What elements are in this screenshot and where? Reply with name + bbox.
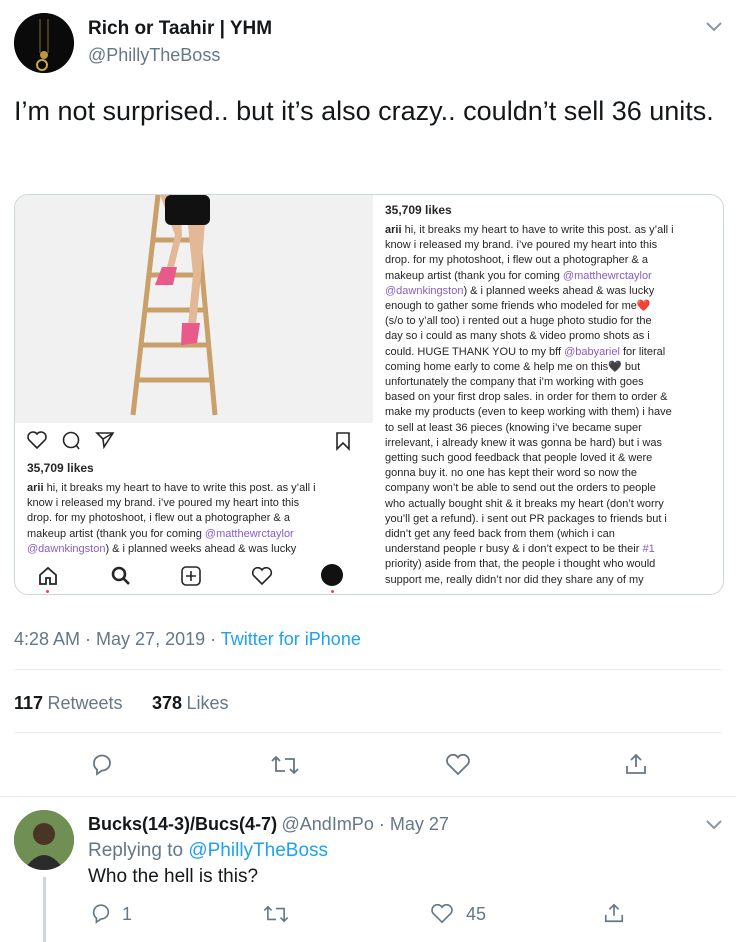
caption-line: makeup artist (thank you for coming @mat…	[27, 527, 294, 540]
caption-line: know i released my brand. i’ve poured my…	[27, 497, 300, 510]
caption-line: understand people r busy & i don’t expec…	[385, 543, 655, 556]
heart-icon[interactable]	[27, 431, 47, 454]
replying-to-handle[interactable]: @PhillyTheBoss	[188, 840, 328, 861]
retweet-icon[interactable]	[271, 755, 299, 780]
search-icon[interactable]	[111, 566, 131, 591]
caption-line: drop. for my photoshoot, i flew out a ph…	[385, 254, 648, 267]
caption-line: day so i could as many shots & video pro…	[385, 330, 650, 343]
caption-right: arii hi, it breaks my heart to have to w…	[385, 223, 719, 591]
new-post-icon[interactable]	[181, 566, 201, 591]
caption-line: didn’t get any feed back from them (whic…	[385, 528, 615, 541]
caption-line: @dawnkingston) & i planned weeks ahead &…	[385, 284, 655, 297]
caption-line: unfortunately the company that i’m worki…	[385, 376, 644, 389]
ig-bottom-nav	[15, 560, 373, 594]
caption-line: who actually bought shit & it breaks my …	[385, 497, 664, 510]
photo	[15, 195, 373, 423]
share-icon[interactable]	[624, 752, 648, 781]
share-icon[interactable]	[603, 902, 625, 929]
caption-line: company won’t be able to send out the or…	[385, 482, 656, 495]
caption-mention[interactable]: @matthewrctaylor	[205, 528, 294, 540]
divider	[14, 669, 722, 670]
caption-line: getting such good feedback that people l…	[385, 452, 653, 465]
caption-line: enough to gather some friends who modele…	[385, 300, 651, 313]
thread-line	[43, 877, 46, 942]
tweet-timestamp[interactable]: 4:28 AM · May 27, 2019 · Twitter for iPh…	[14, 629, 361, 650]
tweet-text: I’m not surprised.. but it’s also crazy.…	[14, 96, 714, 126]
caption-line: (s/o to y’all too) i rented out a huge p…	[385, 315, 652, 328]
bookmark-icon[interactable]	[335, 431, 351, 456]
like-icon[interactable]	[430, 903, 454, 929]
reply-header: Bucks(14-3)/Bucs(4-7) @AndImPo · May 27	[88, 814, 449, 835]
caption-line: coming home early to come & help me on t…	[385, 360, 641, 373]
reply-handle-date[interactable]: @AndImPo · May 27	[282, 814, 449, 834]
caption-line: drop. for my photoshoot, i flew out a ph…	[27, 512, 290, 525]
author-handle[interactable]: @PhillyTheBoss	[88, 45, 220, 66]
caption-left: arii hi, it breaks my heart to have to w…	[27, 481, 367, 557]
caption-line: makeup artist (thank you for coming @mat…	[385, 269, 652, 282]
reply-text: Who the hell is this?	[88, 866, 259, 887]
likes-count-right: 35,709 likes	[385, 203, 452, 217]
embedded-image[interactable]: 35,709 likes arii hi, it breaks my heart…	[14, 194, 724, 595]
profile-avatar-icon[interactable]	[321, 564, 343, 586]
like-icon[interactable]	[445, 753, 471, 781]
chevron-down-icon[interactable]	[705, 818, 723, 836]
caption-mention[interactable]: #1	[642, 543, 654, 555]
caption-line: know i released my brand. i’ve poured my…	[385, 239, 658, 252]
retweets-stat[interactable]: 117 Retweets	[14, 693, 123, 714]
tweet-source[interactable]: Twitter for iPhone	[221, 629, 361, 649]
notification-dot	[46, 590, 49, 593]
caption-line: could. HUGE THANK YOU to my bff @babyari…	[385, 345, 666, 358]
caption-line: arii hi, it breaks my heart to have to w…	[27, 482, 316, 494]
reply-count: 1	[122, 904, 133, 924]
chevron-down-icon[interactable]	[705, 20, 723, 38]
reply-avatar[interactable]	[14, 810, 74, 870]
caption-mention[interactable]: @matthewrctaylor	[563, 270, 652, 282]
author-avatar[interactable]	[14, 13, 74, 73]
author-name[interactable]: Rich or Taahir | YHM	[88, 18, 272, 40]
caption-line: support me, really didn’t nor did they s…	[385, 573, 644, 586]
likes-stat[interactable]: 378 Likes	[152, 693, 229, 714]
caption-line: arii hi, it breaks my heart to have to w…	[385, 224, 674, 236]
reply-author-name[interactable]: Bucks(14-3)/Bucs(4-7)	[88, 814, 277, 834]
caption-username[interactable]: arii	[385, 224, 405, 236]
notification-dot	[331, 590, 334, 593]
caption-line: make my products (even to keep working w…	[385, 406, 672, 419]
caption-line: gonna buy it. no one has kept their word…	[385, 467, 637, 480]
caption-line: to sell at least 36 pieces (knowing i’ve…	[385, 421, 642, 434]
comment-icon[interactable]	[61, 431, 81, 456]
caption-mention[interactable]: @babyariel	[564, 346, 620, 358]
share-icon[interactable]	[95, 431, 115, 454]
caption-line: priority) aside from that, the people i …	[385, 558, 656, 571]
caption-line: @dawnkingston) & i planned weeks ahead &…	[27, 542, 297, 555]
replying-to: Replying to @PhillyTheBoss	[88, 840, 329, 861]
caption-line: you’ll get a refund). i sent out PR pack…	[385, 512, 667, 525]
divider	[0, 796, 736, 797]
likes-count-left: 35,709 likes	[27, 461, 94, 475]
caption-mention[interactable]: @dawnkingston	[27, 543, 105, 555]
caption-line: based on your first drop sales. in order…	[385, 391, 668, 404]
caption-line: irrelevant, i already knew it was gonna …	[385, 436, 662, 449]
activity-heart-icon[interactable]	[251, 566, 273, 590]
caption-username[interactable]: arii	[27, 482, 47, 494]
reply-icon[interactable]	[90, 902, 112, 929]
caption-mention[interactable]: @dawnkingston	[385, 285, 463, 297]
home-icon[interactable]	[37, 566, 59, 591]
reply-icon[interactable]	[90, 752, 114, 781]
divider	[14, 732, 722, 733]
retweet-icon[interactable]	[263, 905, 289, 928]
reply-like-count: 45	[466, 904, 487, 924]
